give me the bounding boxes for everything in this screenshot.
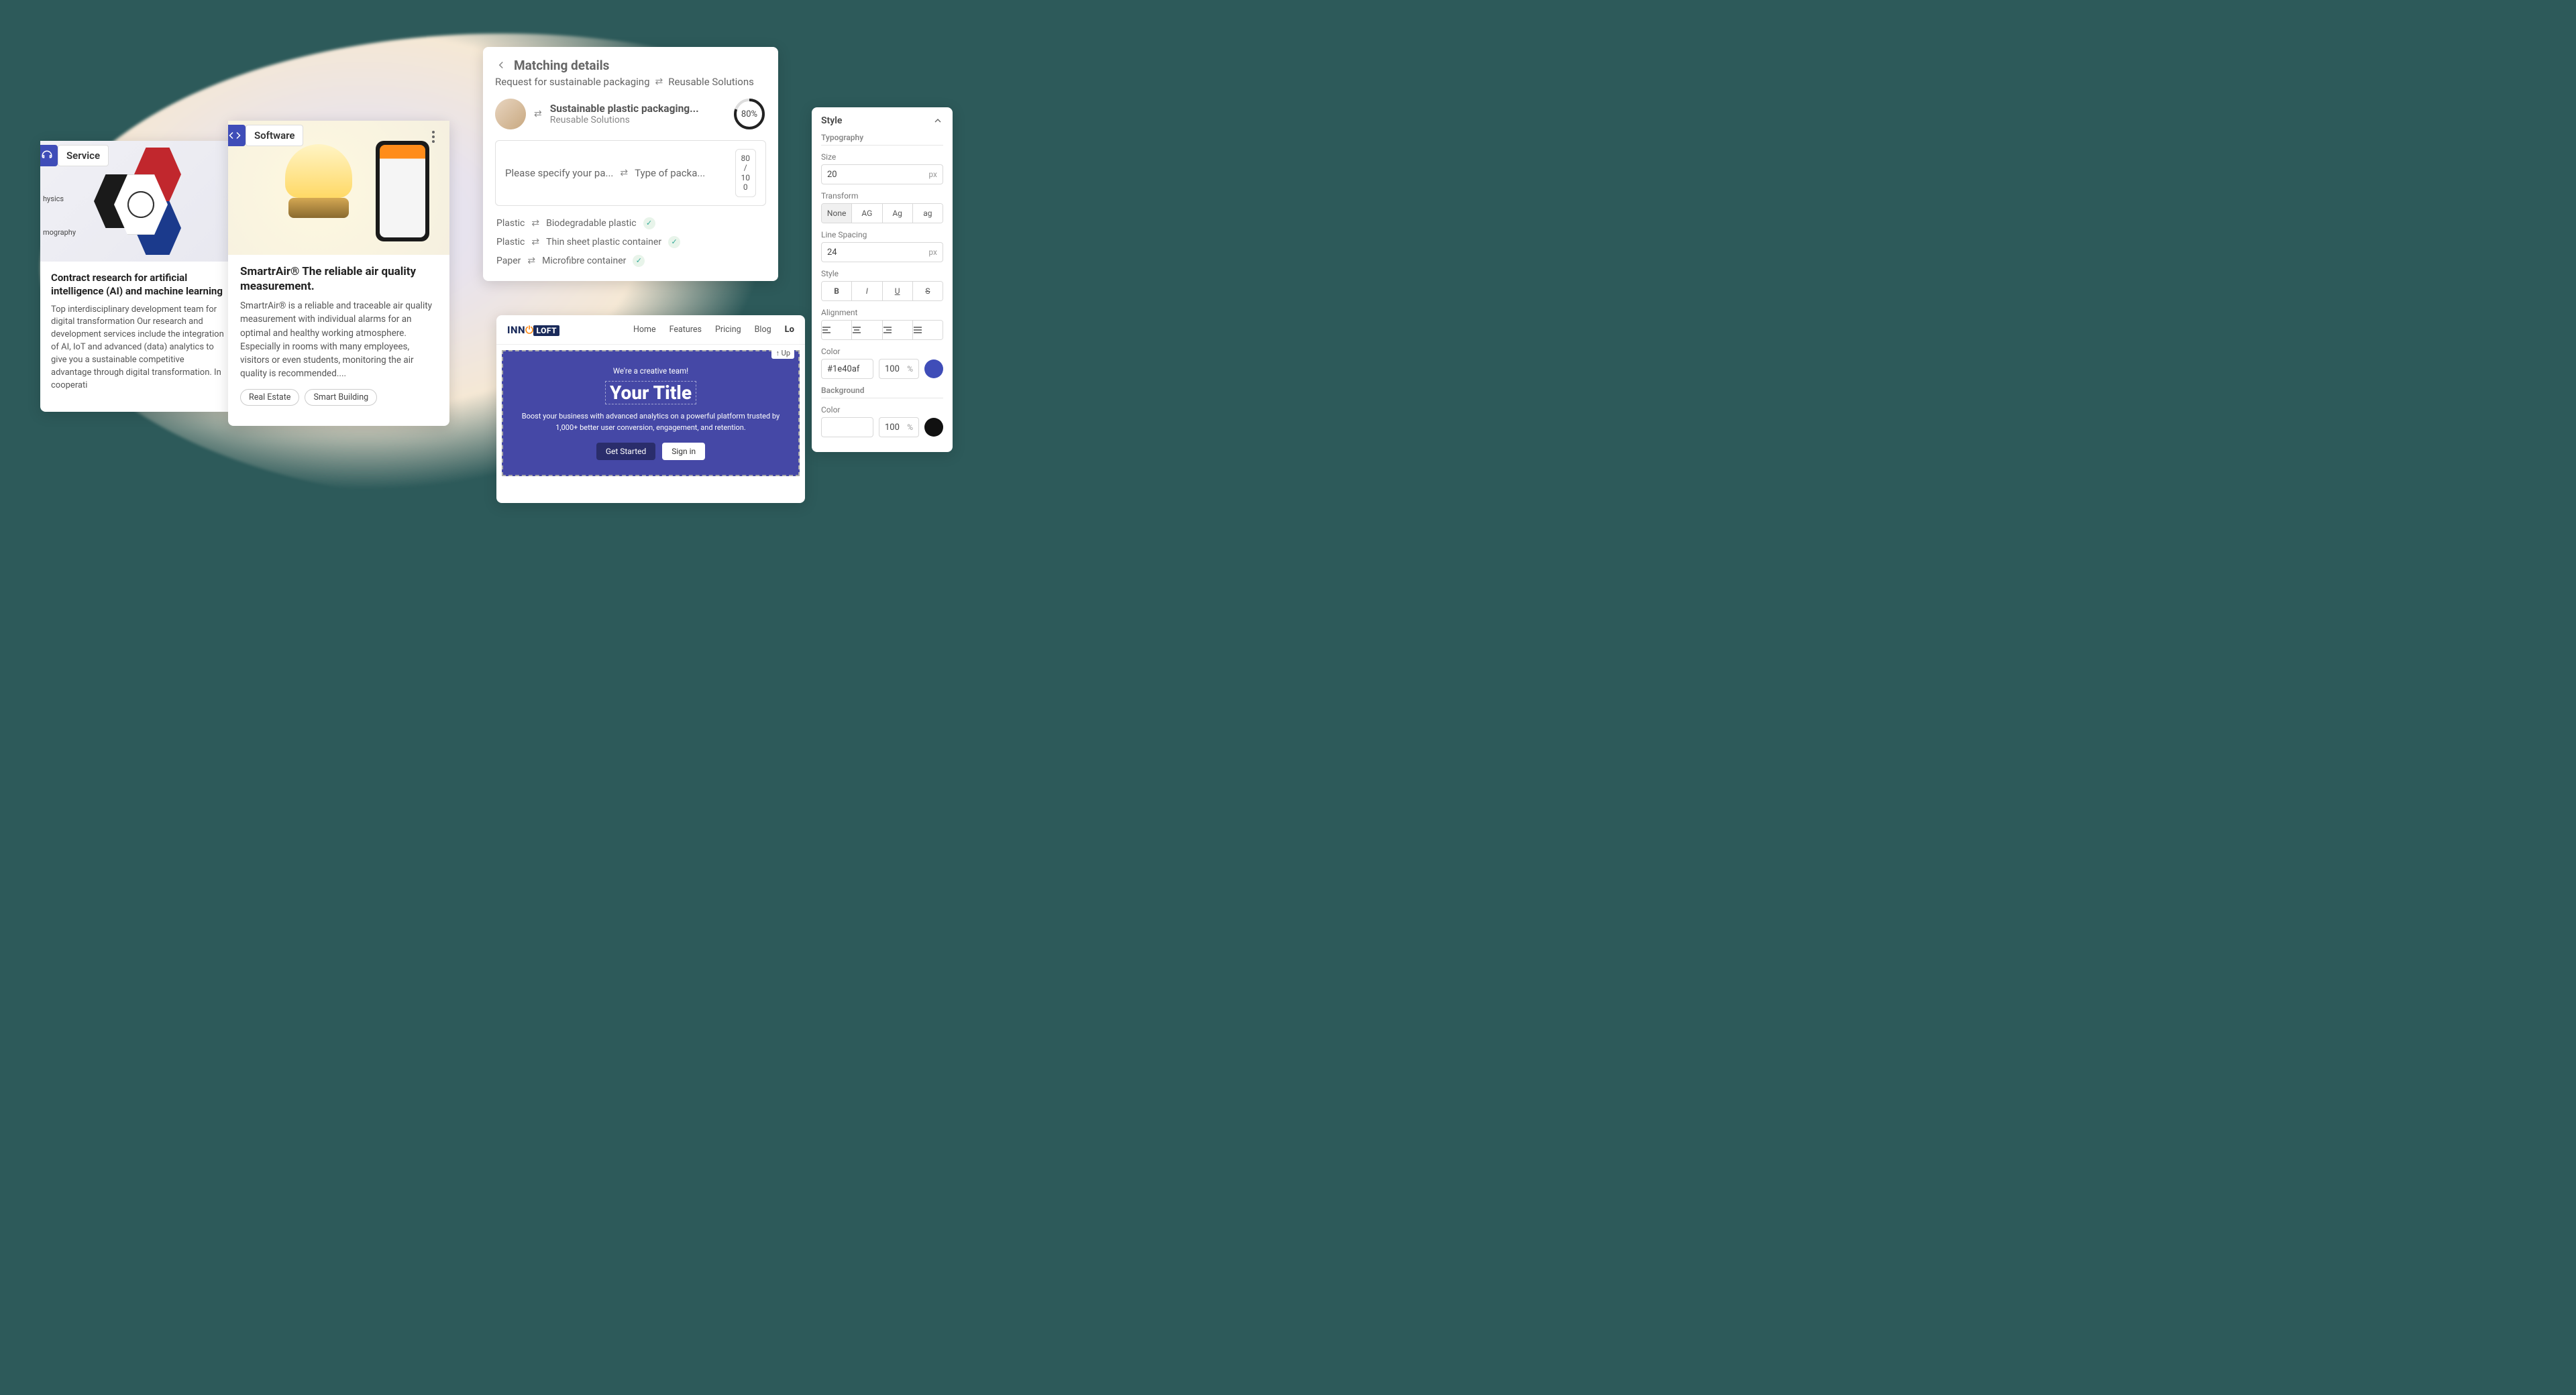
match-thumbnail — [495, 99, 526, 129]
style-buttons: B I U S — [821, 281, 943, 301]
swap-icon: ⇄ — [620, 168, 628, 178]
section-title: Background — [821, 386, 943, 398]
up-handle[interactable]: ↑ Up — [771, 347, 794, 359]
transform-upper[interactable]: AG — [852, 204, 882, 223]
hero-pretitle[interactable]: We're a creative team! — [519, 366, 782, 376]
nav-link[interactable]: Home — [633, 325, 656, 335]
card-title: SmartrAir® The reliable air quality meas… — [240, 264, 437, 294]
match-subtitle: Reusable Solutions — [550, 115, 724, 125]
nav-link[interactable]: Pricing — [715, 325, 741, 335]
align-center-button[interactable] — [852, 321, 882, 339]
color-input[interactable]: #1e40af — [821, 359, 873, 379]
bg-opacity-input[interactable]: 100% — [879, 417, 919, 437]
back-icon[interactable] — [495, 59, 508, 72]
service-card[interactable]: Service hysics mography Contract researc… — [40, 141, 235, 412]
request-label: Request for sustainable packaging — [495, 76, 650, 88]
hero-title[interactable]: Your Title — [605, 381, 696, 404]
transform-none[interactable]: None — [822, 204, 852, 223]
italic-button[interactable]: I — [852, 282, 882, 300]
field-label: Transform — [821, 191, 943, 201]
side-text: hysics — [43, 194, 64, 203]
bg-color-input[interactable] — [821, 417, 873, 437]
chevron-up-icon[interactable] — [932, 115, 943, 126]
hero-section[interactable]: ↑ Up We're a creative team! Your Title B… — [502, 350, 800, 476]
question-box: Please specify your pa... ⇄ Type of pack… — [495, 140, 766, 206]
transform-buttons: None AG Ag ag — [821, 203, 943, 223]
category-tag: Service — [58, 145, 109, 166]
panel-title: Style — [821, 115, 842, 126]
section-title: Typography — [821, 133, 943, 146]
solution-label: Reusable Solutions — [668, 76, 754, 88]
field-label: Size — [821, 152, 943, 162]
check-icon: ✓ — [633, 255, 645, 267]
login-link[interactable]: Lo — [785, 325, 794, 335]
sign-in-button[interactable]: Sign in — [662, 443, 705, 460]
field-label: Alignment — [821, 308, 943, 317]
tag-chip[interactable]: Real Estate — [240, 389, 299, 406]
card-title: Contract research for artificial intelli… — [51, 271, 224, 298]
headset-icon — [40, 145, 58, 166]
field-label: Line Spacing — [821, 230, 943, 239]
strike-button[interactable]: S — [913, 282, 943, 300]
underline-button[interactable]: U — [883, 282, 913, 300]
more-menu-button[interactable] — [425, 129, 441, 145]
card-image: Service hysics mography — [40, 141, 235, 262]
score-badge: 80/100 — [735, 149, 757, 197]
code-icon — [228, 125, 246, 146]
logo[interactable]: INN⏻LOFT — [507, 324, 559, 336]
field-label: Style — [821, 269, 943, 278]
card-image: Software — [228, 121, 449, 255]
page-builder-preview: INN⏻LOFT Home Features Pricing Blog Lo ↑… — [496, 315, 805, 503]
transform-lower[interactable]: ag — [913, 204, 943, 223]
align-right-button[interactable] — [883, 321, 913, 339]
match-line: Plastic⇄Biodegradable plastic✓ — [495, 214, 766, 233]
check-icon: ✓ — [668, 236, 680, 248]
panel-title: Matching details — [514, 58, 609, 73]
bg-color-swatch[interactable] — [924, 418, 943, 437]
side-text: mography — [43, 228, 76, 237]
software-card[interactable]: Software SmartrAir® The reliable air qua… — [228, 121, 449, 426]
opacity-input[interactable]: 100% — [879, 359, 919, 379]
category-tag: Software — [246, 125, 303, 146]
align-left-button[interactable] — [822, 321, 852, 339]
swap-icon: ⇄ — [534, 109, 542, 119]
nav-link[interactable]: Features — [669, 325, 702, 335]
hero-description[interactable]: Boost your business with advanced analyt… — [519, 411, 782, 433]
matching-details-panel: Matching details Request for sustainable… — [483, 47, 778, 281]
card-description: SmartrAir® is a reliable and traceable a… — [240, 299, 437, 381]
style-panel: Style Typography Size 20px Transform Non… — [812, 107, 953, 452]
check-icon: ✓ — [643, 217, 655, 229]
match-line: Plastic⇄Thin sheet plastic container✓ — [495, 233, 766, 252]
align-justify-button[interactable] — [913, 321, 943, 339]
builder-nav: INN⏻LOFT Home Features Pricing Blog Lo — [496, 315, 805, 345]
nav-link[interactable]: Blog — [755, 325, 771, 335]
match-line: Paper⇄Microfibre container✓ — [495, 252, 766, 270]
bold-button[interactable]: B — [822, 282, 852, 300]
get-started-button[interactable]: Get Started — [596, 443, 655, 460]
field-label: Color — [821, 347, 943, 356]
transform-title[interactable]: Ag — [883, 204, 913, 223]
card-description: Top interdisciplinary development team f… — [51, 304, 224, 392]
size-input[interactable]: 20px — [821, 164, 943, 184]
swap-icon: ⇄ — [655, 76, 663, 87]
match-title: Sustainable plastic packaging... — [550, 103, 724, 115]
tag-chip[interactable]: Smart Building — [305, 389, 377, 406]
alignment-buttons — [821, 320, 943, 340]
field-label: Color — [821, 405, 943, 414]
match-percentage-ring: 80% — [733, 97, 766, 131]
line-spacing-input[interactable]: 24px — [821, 242, 943, 262]
color-swatch[interactable] — [924, 359, 943, 378]
